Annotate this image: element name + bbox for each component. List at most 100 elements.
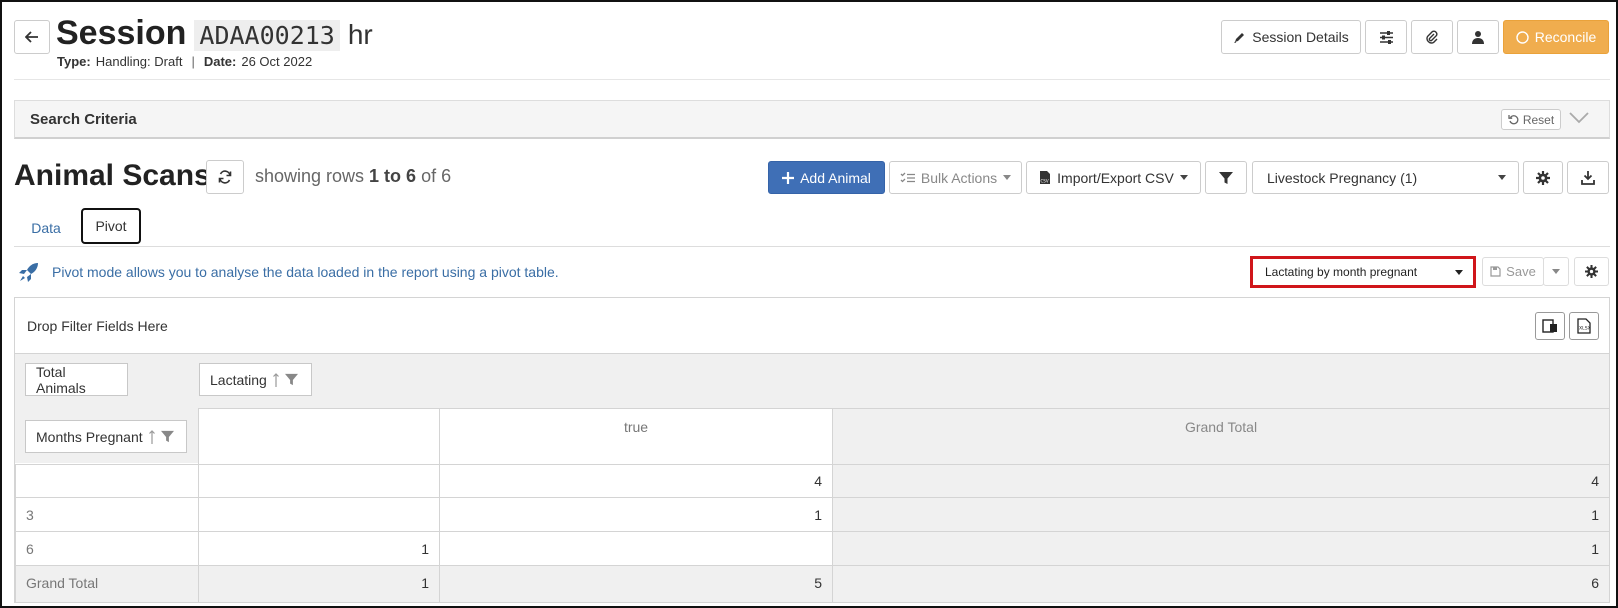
caret-down-icon (1552, 269, 1560, 274)
table-cell: 4 (439, 464, 832, 497)
column-field-label: Lactating (210, 371, 267, 388)
table-cell: 1 (198, 565, 439, 602)
search-criteria-panel[interactable]: Search Criteria Reset (14, 100, 1610, 139)
cell-value: 1 (421, 540, 429, 557)
tab-pivot[interactable]: Pivot (81, 208, 141, 244)
column-header-label: true (623, 419, 649, 435)
download-button[interactable] (1567, 161, 1609, 194)
save-layout-button[interactable]: Save (1482, 257, 1544, 286)
caret-down-icon (1498, 175, 1506, 180)
pivot-table-container: Drop Filter Fields Here XLSX Total Anima… (14, 297, 1610, 603)
add-animal-label: Add Animal (800, 169, 871, 186)
row-field-label: Months Pregnant (36, 428, 143, 445)
report-select[interactable]: Livestock Pregnancy (1) (1252, 161, 1519, 194)
report-settings-button[interactable] (1523, 161, 1563, 194)
plus-icon (782, 171, 795, 184)
row-header-cell (15, 464, 198, 497)
tabs-divider (14, 246, 1610, 247)
date-label: Date: (203, 54, 237, 69)
table-cell: 4 (832, 464, 1609, 497)
user-icon (1472, 30, 1484, 44)
showing-of: of 6 (421, 166, 452, 186)
refresh-icon (218, 170, 232, 184)
column-header-cell (198, 408, 439, 464)
app-window: Session ADAA00213 hr Type: Handling: Dra… (0, 0, 1618, 608)
pivot-settings-button[interactable] (1574, 257, 1609, 286)
user-button[interactable] (1457, 20, 1499, 54)
row-header-cell: 3 (15, 497, 198, 531)
filter-button[interactable] (1205, 161, 1247, 194)
cell-value: 6 (1591, 575, 1599, 591)
tab-pivot-label: Pivot (95, 218, 127, 234)
save-label: Save (1506, 264, 1536, 279)
funnel-icon[interactable] (284, 373, 298, 386)
page-title: Session ADAA00213 hr (56, 14, 373, 56)
sliders-icon (1379, 30, 1394, 44)
caret-down-icon (1179, 175, 1188, 180)
tab-data-label: Data (31, 219, 61, 236)
reset-label: Reset (1522, 112, 1555, 127)
table-cell: 1 (832, 531, 1609, 565)
showing-rows-text: showing rows 1 to 6 of 6 (255, 166, 451, 187)
meta-separator: | (191, 54, 195, 69)
report-select-value: Livestock Pregnancy (1) (1267, 169, 1418, 186)
svg-text:XLSX: XLSX (1579, 326, 1591, 332)
download-icon (1581, 170, 1595, 185)
table-view-button[interactable] (1535, 312, 1565, 340)
funnel-icon[interactable] (160, 430, 174, 443)
undo-icon (1508, 114, 1519, 125)
arrow-left-icon (25, 31, 39, 43)
type-label: Type: (57, 54, 91, 69)
bulk-actions-button[interactable]: Bulk Actions (889, 161, 1022, 194)
sliders-button[interactable] (1365, 20, 1407, 54)
tab-data[interactable]: Data (18, 211, 74, 244)
funnel-icon (1219, 171, 1233, 185)
value-field-label: Total Animals (36, 363, 86, 396)
reconcile-label: Reconcile (1534, 29, 1597, 45)
table-cell: 1 (439, 497, 832, 531)
session-title-word: Session (56, 14, 187, 52)
grand-total-row-header: Grand Total (15, 565, 198, 602)
cell-value: 4 (1591, 473, 1599, 489)
reset-button[interactable]: Reset (1501, 109, 1561, 130)
session-meta: Type: Handling: Draft | Date: 26 Oct 202… (57, 54, 312, 69)
save-options-dropdown[interactable] (1543, 257, 1569, 286)
bulk-actions-label: Bulk Actions (920, 169, 998, 186)
export-xlsx-button[interactable]: XLSX (1569, 312, 1599, 340)
import-export-button[interactable]: CSV Import/Export CSV (1026, 161, 1201, 194)
sort-ascending-icon[interactable] (148, 429, 155, 444)
chevron-down-icon[interactable] (1569, 112, 1589, 124)
refresh-button[interactable] (206, 160, 244, 194)
pivot-layout-select[interactable]: Lactating by month pregnant (1250, 256, 1476, 288)
cell-value: 5 (814, 575, 822, 591)
row-field-chip[interactable]: Months Pregnant (25, 420, 187, 453)
csv-file-icon: CSV (1039, 170, 1051, 185)
attachments-button[interactable] (1411, 20, 1453, 54)
search-criteria-title: Search Criteria (30, 111, 137, 128)
sort-ascending-icon[interactable] (272, 372, 279, 387)
cell-value: 4 (814, 473, 822, 489)
value-field-chip[interactable]: Total Animals (25, 363, 128, 396)
row-header-label: 6 (26, 540, 34, 557)
cell-value: 1 (814, 506, 822, 523)
back-button[interactable] (14, 20, 50, 54)
gear-icon (1536, 170, 1550, 185)
header-divider (14, 79, 1610, 80)
session-code: ADAA00213 (194, 20, 340, 51)
save-icon (1490, 266, 1501, 277)
cell-value: 1 (1591, 506, 1599, 523)
svg-text:CSV: CSV (1041, 179, 1049, 184)
caret-down-icon (1003, 175, 1012, 180)
add-animal-button[interactable]: Add Animal (768, 161, 885, 194)
pivot-info-text: Pivot mode allows you to analyse the dat… (52, 264, 559, 280)
cell-value: 1 (421, 575, 429, 591)
showing-prefix: showing rows (255, 166, 365, 186)
column-field-chip[interactable]: Lactating (199, 363, 312, 396)
column-header-cell: Grand Total (832, 408, 1609, 464)
session-details-button[interactable]: Session Details (1221, 20, 1361, 54)
filter-drop-zone[interactable]: Drop Filter Fields Here XLSX (15, 298, 1609, 354)
table-cell (198, 497, 439, 531)
animal-scans-title: Animal Scans (14, 159, 211, 192)
column-header-label: Grand Total (1184, 419, 1258, 435)
reconcile-button[interactable]: Reconcile (1503, 20, 1609, 54)
